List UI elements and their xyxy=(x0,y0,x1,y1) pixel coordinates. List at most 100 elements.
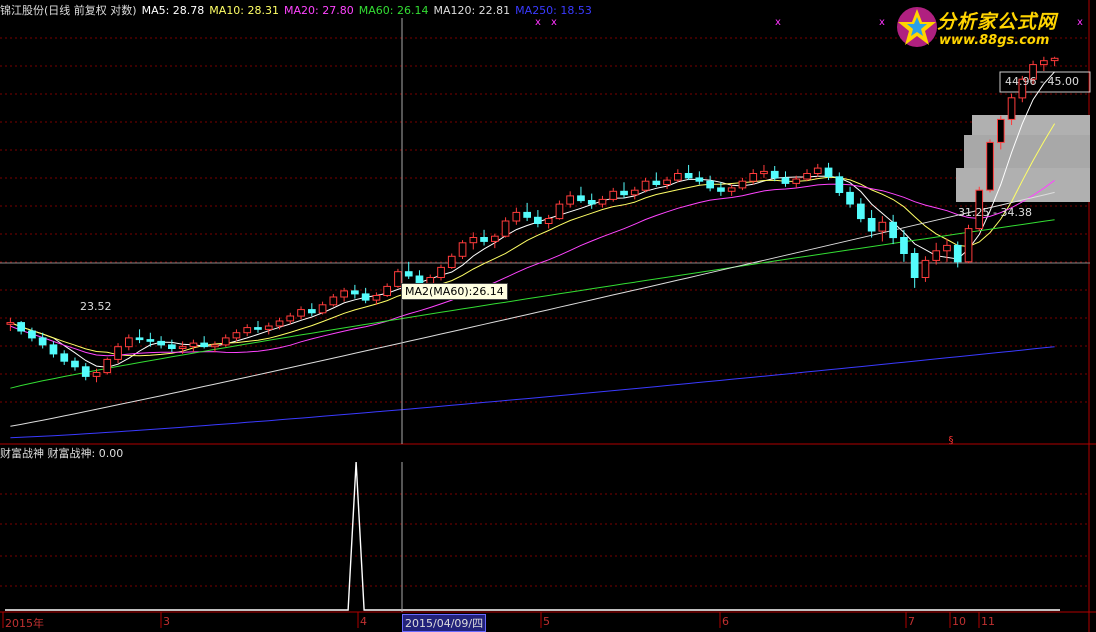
candle-body xyxy=(135,337,144,341)
candle-body xyxy=(297,309,305,317)
candle-body xyxy=(81,366,90,377)
candle xyxy=(437,264,445,281)
candle-body xyxy=(652,180,661,185)
grid-lines xyxy=(0,0,1096,632)
indicator-panel xyxy=(5,461,1060,611)
candle-body xyxy=(835,176,844,194)
x-axis-label: 10 xyxy=(952,615,966,628)
candle xyxy=(684,164,693,181)
candle-body xyxy=(867,218,876,232)
candle xyxy=(534,210,542,228)
candle xyxy=(706,175,714,192)
candle xyxy=(221,334,230,347)
candle xyxy=(544,214,553,229)
x-axis-label: 4 xyxy=(360,615,367,628)
candle-body xyxy=(910,253,919,278)
candle-body xyxy=(1040,60,1048,66)
candle xyxy=(103,357,112,375)
candle-body xyxy=(932,250,941,261)
candle xyxy=(587,193,596,209)
candle-body xyxy=(857,203,865,220)
candle-body xyxy=(544,218,553,224)
ma10-value: MA10: 28.31 xyxy=(209,4,280,17)
candle xyxy=(695,171,704,185)
logo-url: www.88gs.com xyxy=(939,33,1050,48)
x-axis-label: 11 xyxy=(981,615,995,628)
candle xyxy=(1040,56,1048,71)
candle xyxy=(264,322,273,335)
ma20-value: MA20: 27.80 xyxy=(284,4,354,17)
candle-body xyxy=(727,187,736,192)
candle-body xyxy=(738,180,747,189)
event-marker: x xyxy=(551,17,557,28)
upper-range-label: 44.96 - 45.00 xyxy=(1005,75,1079,88)
candle xyxy=(286,312,295,325)
indicator-label[interactable]: 财富战神 财富战神: 0.00 xyxy=(0,447,123,461)
candle xyxy=(297,306,305,320)
candle-body xyxy=(6,322,15,325)
candle-body xyxy=(555,203,564,220)
site-logo: 分析家公式网 www.88gs.com xyxy=(893,3,1093,53)
candle xyxy=(211,341,219,353)
candle xyxy=(81,363,90,381)
candle-body xyxy=(749,173,758,182)
candle xyxy=(738,177,747,191)
candle xyxy=(501,217,510,238)
candle xyxy=(835,172,844,196)
candlesticks xyxy=(6,56,1059,383)
candle xyxy=(491,233,499,249)
candle-body xyxy=(491,235,499,242)
candle xyxy=(867,210,876,238)
candle xyxy=(308,303,316,317)
stock-title[interactable]: 锦江股份(日线 前复权 对数) xyxy=(0,4,137,18)
candle-body xyxy=(1007,97,1016,120)
candle xyxy=(609,187,618,202)
candle xyxy=(943,238,951,262)
ma250-value: MA250: 18.53 xyxy=(515,4,592,17)
candle xyxy=(857,198,865,223)
candle-body xyxy=(211,344,219,348)
candle-body xyxy=(706,180,714,189)
candle xyxy=(168,339,176,353)
candle xyxy=(458,240,467,260)
candle-body xyxy=(663,179,671,186)
candle xyxy=(727,184,736,196)
candle xyxy=(60,350,69,365)
candle-body xyxy=(695,177,704,182)
candle xyxy=(329,293,338,307)
candle-body xyxy=(71,360,79,368)
candle-body xyxy=(770,170,779,179)
candle-body xyxy=(781,177,790,184)
candle-body xyxy=(813,167,822,175)
ma5-line xyxy=(10,71,1055,368)
candle xyxy=(1050,56,1059,67)
candle-body xyxy=(404,271,413,277)
candle xyxy=(781,171,790,187)
candle xyxy=(523,202,531,222)
moving-average-lines xyxy=(10,71,1056,439)
candle-body xyxy=(340,290,348,298)
candle xyxy=(760,164,768,178)
candle-body xyxy=(372,295,381,301)
candle-body xyxy=(889,221,897,239)
kline-chart[interactable]: x x x x x§ xyxy=(0,0,1096,632)
candle-body xyxy=(308,309,316,314)
candle-body xyxy=(232,332,241,339)
candle xyxy=(663,176,671,190)
candle xyxy=(232,329,241,342)
ma-tooltip: MA2(MA60):26.14 xyxy=(401,283,508,300)
candle xyxy=(964,224,973,264)
candle xyxy=(512,207,521,225)
candle-body xyxy=(458,242,467,257)
candle xyxy=(630,186,639,200)
candle xyxy=(447,253,456,269)
candle-body xyxy=(717,187,725,192)
candle xyxy=(469,232,478,250)
candle xyxy=(846,186,854,208)
candle xyxy=(318,301,327,315)
candle-body xyxy=(523,211,531,218)
candle xyxy=(404,261,413,279)
candle xyxy=(189,339,198,353)
candle-body xyxy=(264,325,273,330)
ma5-value: MA5: 28.78 xyxy=(141,4,205,17)
